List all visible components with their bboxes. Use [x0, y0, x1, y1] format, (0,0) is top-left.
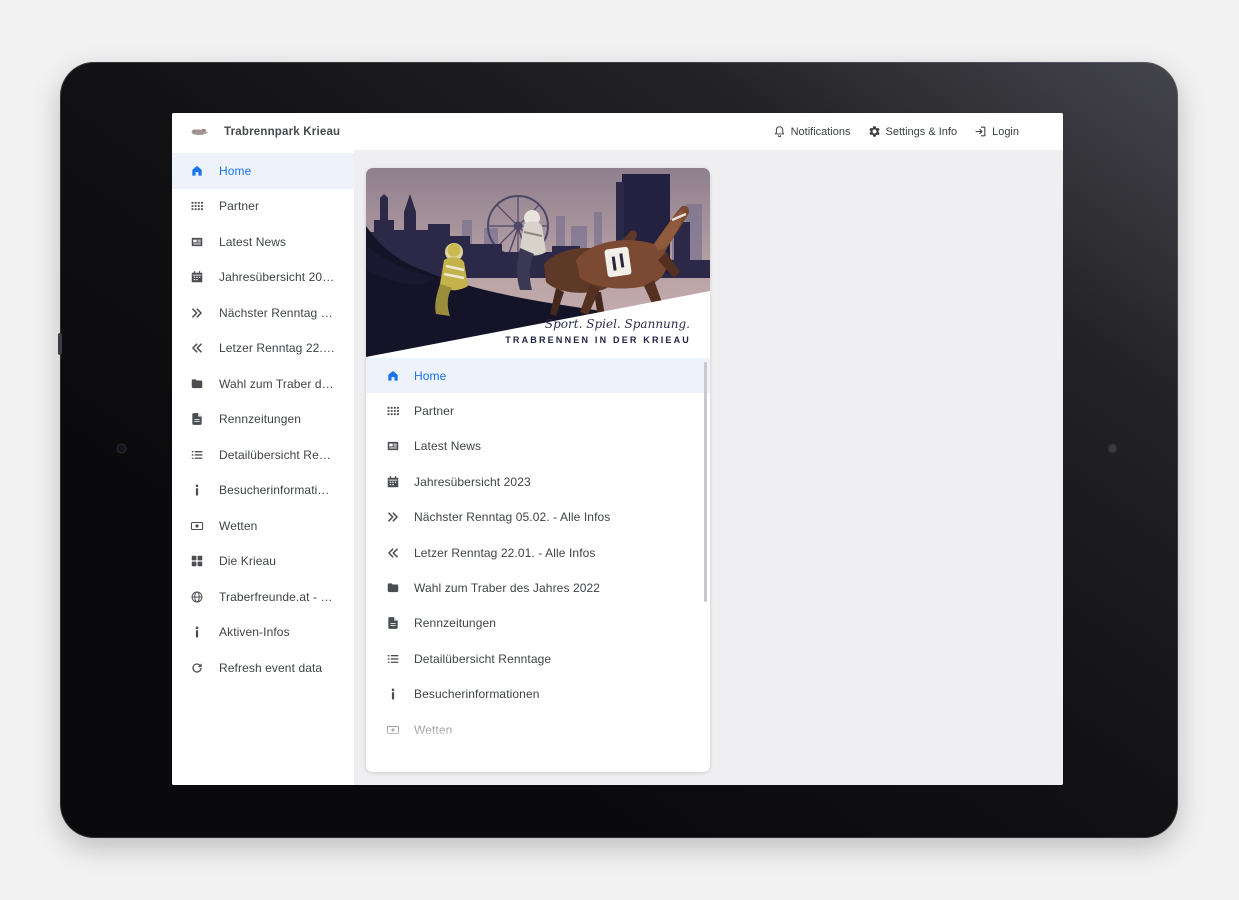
front-camera-left — [118, 445, 125, 452]
sidebar-item-home[interactable]: Home — [172, 153, 354, 189]
card-menu: Home Partner Latest News Jahresübersicht… — [366, 358, 710, 747]
login-icon — [974, 125, 987, 138]
app-logo-icon — [191, 128, 208, 135]
sidebar-item-letzer-renntag[interactable]: Letzer Renntag 22.… — [172, 331, 354, 367]
hero-tagline-caps: TRABRENNEN IN DER KRIEAU — [505, 335, 691, 345]
app-screen: Trabrennpark Krieau Notifications Settin… — [172, 113, 1063, 785]
info-icon — [190, 483, 204, 497]
sidebar-item-jahresuebersicht[interactable]: Jahresübersicht 20… — [172, 260, 354, 296]
sidebar-item-rennzeitungen[interactable]: Rennzeitungen — [172, 402, 354, 438]
topbar: Trabrennpark Krieau Notifications Settin… — [172, 113, 1063, 150]
content-area: Home Partner Latest News Jahresübersicht… — [172, 150, 1063, 785]
sidebar-item-wahl-zum-traber[interactable]: Wahl zum Traber d… — [172, 366, 354, 402]
list-icon — [386, 652, 400, 666]
menu-item-wahl-zum-traber[interactable]: Wahl zum Traber des Jahres 2022 — [366, 570, 710, 605]
menu-item-besucherinfo[interactable]: Besucherinformationen — [366, 677, 710, 712]
sidebar-item-die-krieau[interactable]: Die Krieau — [172, 544, 354, 580]
folder-icon — [190, 377, 204, 391]
menu-item-partner[interactable]: Partner — [366, 393, 710, 428]
home-icon — [386, 369, 400, 383]
menu-item-jahresuebersicht[interactable]: Jahresübersicht 2023 — [366, 464, 710, 499]
news-icon — [386, 439, 400, 453]
home-icon — [190, 164, 204, 178]
info-icon — [386, 687, 400, 701]
sidebar-item-detailuebersicht[interactable]: Detailübersicht Re… — [172, 437, 354, 473]
sidebar-item-partner[interactable]: Partner — [172, 189, 354, 225]
bet-icon — [190, 519, 204, 533]
card-scrollbar[interactable] — [704, 362, 707, 602]
dblleft-icon — [190, 341, 204, 355]
sidebar-nav: Home Partner Latest News Jahresübersicht… — [172, 150, 354, 785]
apps-icon — [190, 199, 204, 213]
menu-item-naechster-renntag[interactable]: Nächster Renntag 05.02. - Alle Infos — [366, 500, 710, 535]
dblright-icon — [386, 510, 400, 524]
sidebar-item-latest-news[interactable]: Latest News — [172, 224, 354, 260]
dblleft-icon — [386, 546, 400, 560]
bet-icon — [386, 723, 400, 737]
document-icon — [190, 412, 204, 426]
calendar-icon — [190, 270, 204, 284]
hero-image: Sport. Spiel. Spannung. TRABRENNEN IN DE… — [366, 168, 710, 358]
info-icon — [190, 625, 204, 639]
refresh-icon — [190, 661, 204, 675]
settings-label: Settings & Info — [885, 125, 958, 138]
menu-item-letzer-renntag[interactable]: Letzer Renntag 22.01. - Alle Infos — [366, 535, 710, 570]
document-icon — [386, 616, 400, 630]
list-icon — [190, 448, 204, 462]
notifications-label: Notifications — [790, 125, 851, 138]
dblright-icon — [190, 306, 204, 320]
news-icon — [190, 235, 204, 249]
notifications-button[interactable]: Notifications — [773, 125, 851, 138]
tablet-side-button — [58, 333, 62, 355]
app-title: Trabrennpark Krieau — [224, 125, 341, 138]
menu-item-latest-news[interactable]: Latest News — [366, 429, 710, 464]
hero-tagline-script: Sport. Spiel. Spannung. — [544, 317, 690, 331]
sidebar-item-traberfreunde[interactable]: Traberfreunde.at - … — [172, 579, 354, 615]
login-button[interactable]: Login — [974, 125, 1019, 138]
tablet-frame: Trabrennpark Krieau Notifications Settin… — [58, 62, 1178, 838]
settings-button[interactable]: Settings & Info — [868, 125, 958, 138]
globe-icon — [190, 590, 204, 604]
sidebar-item-naechster-renntag[interactable]: Nächster Renntag … — [172, 295, 354, 331]
login-label: Login — [992, 125, 1019, 138]
grid2-icon — [190, 554, 204, 568]
sidebar-item-aktiven-infos[interactable]: Aktiven-Infos — [172, 615, 354, 651]
gear-icon — [868, 125, 881, 138]
apps-icon — [386, 404, 400, 418]
calendar-icon — [386, 475, 400, 489]
sidebar-item-besucherinfo[interactable]: Besucherinformati… — [172, 473, 354, 509]
folder-icon — [386, 581, 400, 595]
front-camera-right — [1109, 445, 1116, 452]
menu-item-home[interactable]: Home — [366, 358, 710, 394]
menu-item-wetten[interactable]: Wetten — [366, 712, 710, 747]
menu-item-rennzeitungen[interactable]: Rennzeitungen — [366, 606, 710, 641]
sidebar-item-refresh-event-data[interactable]: Refresh event data — [172, 650, 354, 686]
content-card: Sport. Spiel. Spannung. TRABRENNEN IN DE… — [366, 168, 710, 772]
bell-icon — [773, 125, 786, 138]
sidebar-item-wetten[interactable]: Wetten — [172, 508, 354, 544]
menu-item-detailuebersicht[interactable]: Detailübersicht Renntage — [366, 641, 710, 676]
main-area: Sport. Spiel. Spannung. TRABRENNEN IN DE… — [354, 150, 1063, 785]
